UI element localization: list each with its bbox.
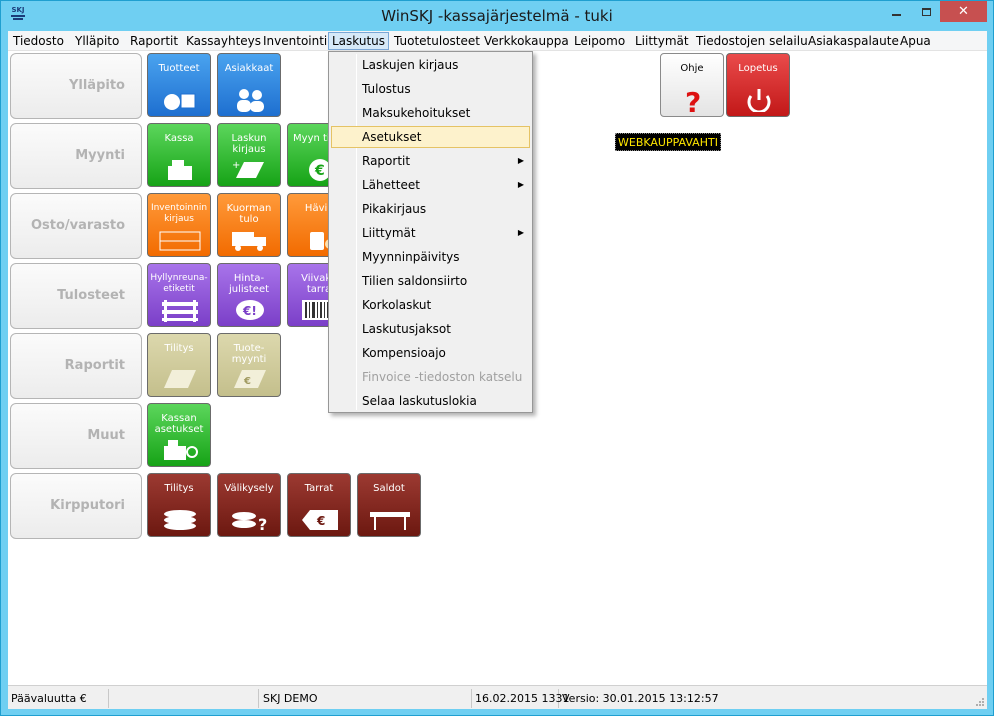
client-area: Tiedosto Ylläpito Raportit Kassayhteys I…	[8, 31, 987, 709]
category-myynti[interactable]: Myynti	[10, 123, 142, 189]
app-window: SKJ WinSKJ -kassajärjestelmä - tuki ✕ Ti…	[0, 0, 994, 716]
svg-text:€: €	[243, 376, 251, 387]
category-kirpputori[interactable]: Kirpputori	[10, 473, 142, 539]
dd-myynninpaivitys[interactable]: Myynninpäivitys	[331, 246, 530, 268]
invoice-entry-icon: +	[232, 160, 264, 178]
laskun-kirjaus-tile[interactable]: Laskun kirjaus +	[217, 123, 281, 187]
coin-question-icon: ?	[232, 512, 267, 532]
category-raportit[interactable]: Raportit	[10, 333, 142, 399]
register-settings-icon	[164, 440, 198, 460]
price-poster-icon: €!	[236, 300, 264, 320]
inventoinnin-kirjaus-tile[interactable]: Inventoinnin kirjaus	[147, 193, 211, 257]
status-company: SKJ DEMO	[259, 689, 472, 708]
status-empty	[109, 689, 259, 708]
menu-raportit[interactable]: Raportit	[127, 32, 181, 50]
menu-asiakaspalaute[interactable]: Asiakaspalaute	[805, 32, 902, 50]
kuorman-tulo-tile[interactable]: Kuorman tulo	[217, 193, 281, 257]
dd-pikakirjaus[interactable]: Pikakirjaus	[331, 198, 530, 220]
window-title: WinSKJ -kassajärjestelmä - tuki	[381, 7, 613, 25]
inventory-icon	[159, 231, 201, 251]
menu-yllapito[interactable]: Ylläpito	[72, 32, 122, 50]
menu-inventointi[interactable]: Inventointi	[260, 32, 330, 50]
status-currency: Päävaluutta €	[8, 689, 109, 708]
dd-kompensioajo[interactable]: Kompensioajo	[331, 342, 530, 364]
status-datetime: 16.02.2015 1331	[472, 689, 569, 708]
menu-liittymat[interactable]: Liittymät	[632, 32, 692, 50]
products-icon	[164, 93, 196, 110]
webkauppavahti-label[interactable]: WEBKAUPPAVAHTI	[615, 133, 721, 151]
dd-laskujen-kirjaus[interactable]: Laskujen kirjaus	[331, 54, 530, 76]
dd-raportit[interactable]: Raportit ▶	[331, 150, 530, 172]
submenu-arrow-icon: ▶	[517, 228, 524, 237]
report-icon	[164, 370, 196, 388]
coin-stack-icon	[164, 510, 196, 530]
hyllynreunaetiketit-tile[interactable]: Hyllynreuna-etiketit	[147, 263, 211, 327]
svg-text:€: €	[314, 163, 325, 179]
shelf-label-icon	[162, 300, 198, 322]
help-question-icon: ?	[685, 88, 701, 112]
hintajulisteet-tile[interactable]: Hinta-julisteet €!	[217, 263, 281, 327]
tarrat-tile[interactable]: Tarrat €	[287, 473, 351, 537]
tilitys-report-tile[interactable]: Tilitys	[147, 333, 211, 397]
menu-leipomo[interactable]: Leipomo	[571, 32, 628, 50]
title-bar[interactable]: SKJ WinSKJ -kassajärjestelmä - tuki ✕	[1, 1, 993, 31]
svg-text:€!: €!	[242, 304, 257, 318]
dd-korkolaskut[interactable]: Korkolaskut	[331, 294, 530, 316]
category-osto-varasto[interactable]: Osto/varasto	[10, 193, 142, 259]
power-icon	[747, 89, 771, 112]
ohje-button[interactable]: Ohje ?	[660, 53, 724, 117]
kassa-tile[interactable]: Kassa	[147, 123, 211, 187]
svg-text:?: ?	[258, 515, 267, 532]
valikysely-tile[interactable]: Välikysely ?	[217, 473, 281, 537]
dd-asetukset[interactable]: Asetukset	[331, 126, 530, 148]
category-muut[interactable]: Muut	[10, 403, 142, 469]
laskutus-dropdown-menu: Laskujen kirjaus Tulostus Maksukehoituks…	[328, 51, 533, 413]
saldot-tile[interactable]: Saldot	[357, 473, 421, 537]
dd-selaa-laskutuslokia[interactable]: Selaa laskutuslokia	[331, 390, 530, 412]
dd-liittymat[interactable]: Liittymät ▶	[331, 222, 530, 244]
minimize-icon	[892, 14, 901, 16]
kirppu-tilitys-tile[interactable]: Tilitys	[147, 473, 211, 537]
table-icon	[370, 512, 410, 530]
menu-tiedosto[interactable]: Tiedosto	[10, 32, 67, 50]
truck-icon	[232, 232, 266, 251]
menu-kassayhteys[interactable]: Kassayhteys	[183, 32, 264, 50]
dd-laskutusjaksot[interactable]: Laskutusjaksot	[331, 318, 530, 340]
submenu-arrow-icon: ▶	[517, 156, 524, 165]
dd-finvoice-katselu: Finvoice -tiedoston katselu	[362, 370, 523, 384]
svg-text:€: €	[316, 514, 325, 528]
dd-lahetteet[interactable]: Lähetteet ▶	[331, 174, 530, 196]
svg-text:+: +	[232, 160, 240, 171]
submenu-arrow-icon: ▶	[517, 180, 524, 189]
dd-tulostus[interactable]: Tulostus	[331, 78, 530, 100]
menu-laskutus[interactable]: Laskutus	[328, 32, 390, 50]
menu-bar: Tiedosto Ylläpito Raportit Kassayhteys I…	[8, 31, 987, 51]
asiakkaat-tile[interactable]: Asiakkaat	[217, 53, 281, 117]
product-sales-icon: €	[234, 370, 266, 388]
status-bar: Päävaluutta € SKJ DEMO 16.02.2015 1331 V…	[8, 685, 987, 709]
customers-icon	[237, 89, 264, 112]
status-version: Versio: 30.01.2015 13:12:57	[562, 692, 719, 705]
svg-text:?: ?	[685, 88, 701, 112]
category-yllapito[interactable]: Ylläpito	[10, 53, 142, 119]
maximize-icon	[922, 8, 931, 16]
lopetus-button[interactable]: Lopetus	[726, 53, 790, 117]
maximize-button[interactable]	[913, 1, 940, 22]
tuotemyynti-tile[interactable]: Tuote-myynti €	[217, 333, 281, 397]
minimize-button[interactable]	[883, 1, 910, 22]
menu-tuotetulosteet[interactable]: Tuotetulosteet	[391, 32, 483, 50]
price-tag-icon: €	[302, 510, 338, 530]
kassan-asetukset-tile[interactable]: Kassan asetukset	[147, 403, 211, 467]
cash-register-icon	[168, 160, 192, 180]
tuotteet-tile[interactable]: Tuotteet	[147, 53, 211, 117]
dd-maksukehoitukset[interactable]: Maksukehoitukset	[331, 102, 530, 124]
close-button[interactable]: ✕	[940, 1, 987, 22]
resize-grip-icon[interactable]	[975, 697, 985, 707]
menu-tiedostojen-selailu[interactable]: Tiedostojen selailu	[693, 32, 811, 50]
dd-tilien-saldonsiirto[interactable]: Tilien saldonsiirto	[331, 270, 530, 292]
category-tulosteet[interactable]: Tulosteet	[10, 263, 142, 329]
menu-verkkokauppa[interactable]: Verkkokauppa	[481, 32, 572, 50]
menu-apua[interactable]: Apua	[897, 32, 934, 50]
close-icon: ✕	[958, 4, 969, 19]
